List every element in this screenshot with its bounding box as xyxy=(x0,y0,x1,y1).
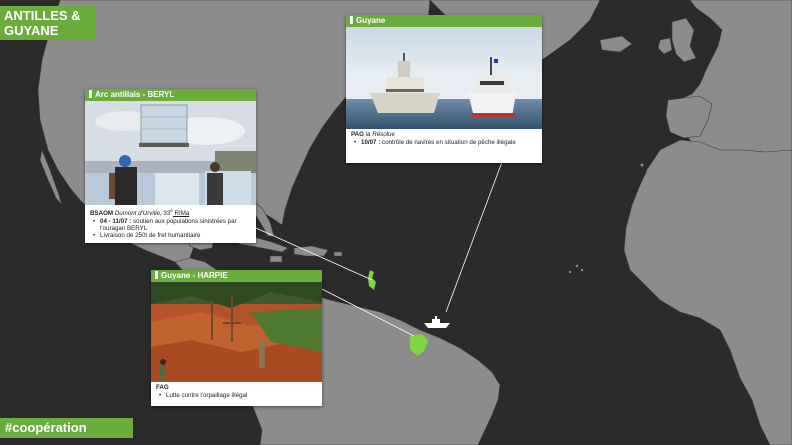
card-guyane: Guyane PAG la Résolue • 10/07: contrôle… xyxy=(346,15,542,163)
unit-name: Dumont d'Urville xyxy=(114,210,160,218)
connector-guyane xyxy=(445,161,503,313)
card-guyane-title: Guyane xyxy=(356,16,386,25)
illegal-mining-photo xyxy=(151,282,322,382)
unit-prefix: BSAOM xyxy=(90,210,114,218)
region-title-line2: GUYANE xyxy=(4,23,59,38)
card-beryl-photo xyxy=(85,101,256,205)
card-guyane-text: PAG la Résolue 10/07 : contrôle de navir… xyxy=(346,129,542,148)
header-marker-icon xyxy=(155,271,158,279)
card-guyane-header: Guyane xyxy=(346,15,542,27)
card-beryl-title: Arc antillais - BERYL xyxy=(95,90,175,99)
card-harpie-text: FAG Lutte contre l'orpaillage illégal xyxy=(151,382,322,401)
card-harpie-bullet: Lutte contre l'orpaillage illégal xyxy=(159,392,318,399)
unit-name: la Résolue xyxy=(365,131,395,138)
card-beryl-text: BSAOM Dumont d'Urville, 33e RIMa 04 - 11… xyxy=(85,205,256,241)
unit-regiment: RIMa xyxy=(172,210,190,218)
unit-suffix: , 33 xyxy=(159,210,171,218)
card-guyane-unit: PAG la Résolue xyxy=(351,131,538,138)
card-beryl-header: Arc antillais - BERYL xyxy=(85,89,256,101)
card-harpie-title: Guyane - HARPIE xyxy=(161,271,228,280)
bullet-text: contrôle de navires en situation de pêch… xyxy=(382,139,516,146)
card-guyane-photo xyxy=(346,27,542,129)
card-harpie: Guyane - HARPIE FAG Lutte contre l'orpai… xyxy=(151,270,322,406)
card-harpie-photo xyxy=(151,282,322,382)
africa xyxy=(623,139,792,445)
card-beryl-unit: BSAOM Dumont d'Urville, 33e RIMa xyxy=(90,207,252,217)
card-beryl: Arc antillais - BERYL BSAOM Dumont d'Urv… xyxy=(85,89,256,243)
bullet-date: 10/07 : xyxy=(361,139,381,146)
card-harpie-unit: FAG xyxy=(156,384,318,391)
unit-prefix: FAG xyxy=(156,384,169,391)
unit-prefix: PAG xyxy=(351,131,364,138)
ships-photo xyxy=(346,27,542,129)
header-marker-icon xyxy=(350,16,353,24)
ship-icon xyxy=(424,316,450,328)
bullet-date: 04 - 11/07 : xyxy=(100,218,132,226)
card-beryl-bullet: 04 - 11/07 : soutien aux populations sin… xyxy=(93,218,252,232)
bullet-text: Lutte contre l'orpaillage illégal xyxy=(166,392,248,399)
header-marker-icon xyxy=(89,90,92,98)
card-beryl-bullet: Livraison de 250t de fret humanitaire xyxy=(93,232,252,240)
card-harpie-header: Guyane - HARPIE xyxy=(151,270,322,282)
humanitarian-photo xyxy=(85,101,256,205)
card-guyane-bullet: 10/07 : contrôle de navires en situation… xyxy=(354,139,538,146)
bullet-text: Livraison de 250t de fret humanitaire xyxy=(100,232,201,240)
region-title-line1: ANTILLES & xyxy=(4,8,81,23)
region-title-tag: ANTILLES & GUYANE xyxy=(0,6,95,40)
hashtag-tag: #coopération xyxy=(0,418,133,438)
